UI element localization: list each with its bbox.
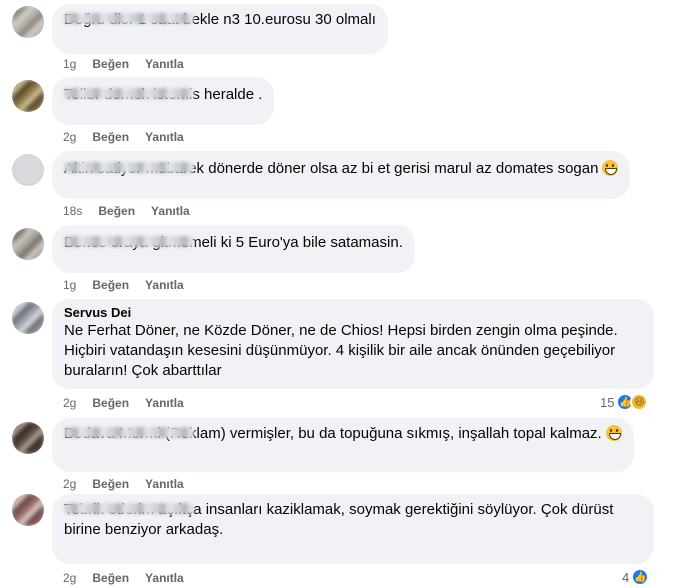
comment-bubble: Altin satiyor mübarek dönerde döner olsa… xyxy=(52,151,631,199)
reaction-count: 4 xyxy=(622,569,630,585)
avatar[interactable] xyxy=(12,6,44,38)
reply-button[interactable]: Yanıtla xyxy=(145,395,184,411)
avatar[interactable] xyxy=(12,228,44,260)
like-button[interactable]: Beğen xyxy=(92,277,129,293)
like-button[interactable]: Beğen xyxy=(92,570,129,586)
comment-actions: 2g Beğen Yanıtla xyxy=(63,129,184,145)
reply-button[interactable]: Yanıtla xyxy=(145,476,184,492)
avatar[interactable] xyxy=(12,494,44,526)
comment-bubble: Servus Dei Ne Ferhat Döner, ne Közde Dön… xyxy=(52,299,654,389)
grinning-face-icon xyxy=(602,160,619,176)
reaction-summary[interactable]: 15 👍 😆 xyxy=(600,393,649,411)
avatar[interactable] xyxy=(12,154,44,186)
comment-bubble: Bence oraya gitmemeli ki 5 Euro'ya bile … xyxy=(52,225,415,273)
comment-time[interactable]: 1g xyxy=(63,56,76,72)
reply-button[interactable]: Yanıtla xyxy=(145,277,184,293)
like-button[interactable]: Beğen xyxy=(92,129,129,145)
like-button[interactable]: Beğen xyxy=(98,203,135,219)
reply-button[interactable]: Yanıtla xyxy=(145,570,184,586)
comment-time[interactable]: 2g xyxy=(63,570,76,586)
like-button[interactable]: Beğen xyxy=(92,395,129,411)
comment-bubble: Bedava Mermi (Reklam) vermişler, bu da t… xyxy=(52,418,634,472)
comment-actions: 1g Beğen Yanıtla xyxy=(63,56,184,72)
avatar[interactable] xyxy=(12,80,44,112)
avatar[interactable] xyxy=(12,422,44,454)
reaction-summary[interactable]: 4 👍 xyxy=(622,568,650,586)
comment-text: Ne Ferhat Döner, ne Közde Döner, ne de C… xyxy=(64,322,618,379)
like-icon: 👍 xyxy=(631,568,650,586)
reply-button[interactable]: Yanıtla xyxy=(151,203,190,219)
comment-actions: 1g Beğen Yanıtla xyxy=(63,277,184,293)
comment-actions: 2g Beğen Yanıtla xyxy=(63,476,184,492)
comment-actions: 18s Beğen Yanıtla xyxy=(63,203,190,219)
avatar[interactable] xyxy=(12,302,44,334)
reaction-count: 15 xyxy=(600,394,615,410)
comment-time[interactable]: 2g xyxy=(63,129,76,145)
comment-time[interactable]: 2g xyxy=(63,395,76,411)
comment-time[interactable]: 18s xyxy=(63,203,82,219)
reply-button[interactable]: Yanıtla xyxy=(145,129,184,145)
comment-time[interactable]: 1g xyxy=(63,277,76,293)
comment-actions: 2g Beğen Yanıtla xyxy=(63,395,184,411)
comment-time[interactable]: 2g xyxy=(63,476,76,492)
like-button[interactable]: Beğen xyxy=(92,56,129,72)
comment-bubble: Teller demek istemis heralde . xyxy=(52,77,275,125)
haha-icon: 😆 xyxy=(630,393,649,411)
comment-bubble: Tebrik ederim açıkça insanları kaziklama… xyxy=(52,494,654,564)
comment-author[interactable]: Servus Dei xyxy=(64,305,642,321)
comment-actions: 2g Beğen Yanıtla xyxy=(63,570,184,586)
reply-button[interactable]: Yanıtla xyxy=(145,56,184,72)
grinning-face-icon xyxy=(605,425,622,441)
comment-bubble: Doğru dior 1 saat bekle n3 10.eurosu 30 … xyxy=(52,4,388,54)
like-button[interactable]: Beğen xyxy=(92,476,129,492)
